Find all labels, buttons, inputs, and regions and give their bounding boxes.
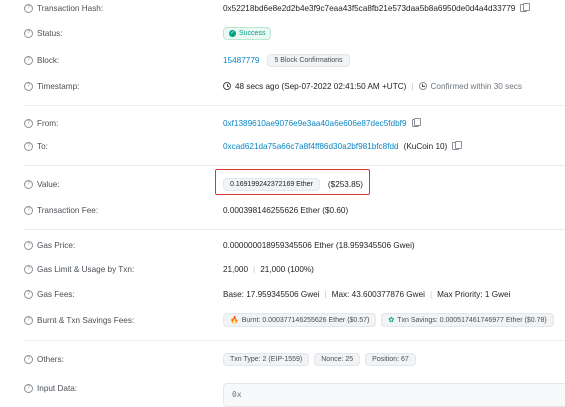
input-data-label: ? Input Data:	[24, 381, 77, 395]
fire-icon: 🔥	[230, 317, 239, 324]
status-value: ✓ Success	[223, 26, 272, 40]
nonce-badge: Nonce: 25	[314, 352, 361, 366]
divider: |	[324, 289, 327, 299]
clock-icon	[418, 82, 427, 90]
question-circle-icon[interactable]: ?	[24, 240, 33, 250]
question-circle-icon[interactable]: ?	[24, 81, 33, 91]
question-circle-icon[interactable]: ?	[24, 264, 33, 274]
row-block: ? Block: 15487779 5 Block Confirmations	[0, 53, 565, 67]
leaf-icon: ✿	[388, 317, 395, 324]
clock-icon	[223, 82, 231, 90]
gas-fees-max-priority: Max Priority: 1 Gwei	[437, 289, 511, 299]
timestamp-value: 48 secs ago (Sep-07-2022 02:41:50 AM +UT…	[223, 79, 522, 93]
gas-fees-base: Base: 17.959345506 Gwei	[223, 289, 320, 299]
from-address-link[interactable]: 0xf1389610ae9076e9e3aa40a6e606e87dec5fdb…	[223, 119, 407, 128]
transaction-hash-value: 0x52218bd6e8e2d2b4e3f9c7eaa43f5ca8fb21e5…	[223, 1, 530, 15]
row-transaction-fee: ? Transaction Fee: 0.000398146255626 Ethe…	[0, 203, 565, 217]
section-divider	[24, 229, 565, 230]
question-circle-icon[interactable]: ?	[24, 354, 33, 364]
others-value: Txn Type: 2 (EIP-1559) Nonce: 25 Positio…	[223, 352, 416, 366]
row-transaction-hash: ? Transaction Hash: 0x52218bd6e8e2d2b4e3f…	[0, 1, 565, 15]
status-badge: ✓ Success	[223, 26, 272, 40]
to-address-link[interactable]: 0xcad621da75a66c7a8f4ff86d30a2bf981bfc8f…	[223, 142, 399, 151]
question-circle-icon[interactable]: ?	[24, 141, 33, 151]
gas-fees-label: ? Gas Fees:	[24, 287, 75, 301]
gas-price-value: 0.000000018959345506 Ether (18.959345506…	[223, 240, 415, 250]
question-circle-icon[interactable]: ?	[24, 28, 33, 38]
section-divider	[24, 165, 565, 166]
burnt-savings-label: ? Burnt & Txn Savings Fees:	[24, 313, 134, 327]
question-circle-icon[interactable]: ?	[24, 179, 33, 189]
txn-type-badge: Txn Type: 2 (EIP-1559)	[223, 352, 310, 366]
block-number-link[interactable]: 15487779	[223, 56, 259, 65]
question-circle-icon[interactable]: ?	[24, 3, 33, 13]
row-value: ? Value: 0.169199242372169 Ether ($253.85)	[0, 177, 565, 191]
copy-icon[interactable]	[411, 117, 421, 127]
row-gas-price: ? Gas Price: 0.000000018959345506 Ether (…	[0, 238, 565, 252]
to-label: ? To:	[24, 139, 48, 153]
question-circle-icon[interactable]: ?	[24, 205, 33, 215]
section-divider	[24, 340, 565, 341]
check-circle-icon: ✓	[229, 29, 236, 37]
divider: |	[411, 81, 414, 91]
value-value: 0.169199242372169 Ether ($253.85)	[223, 177, 363, 191]
transaction-fee-label: ? Transaction Fee:	[24, 203, 98, 217]
copy-icon[interactable]	[452, 140, 462, 150]
confirmed-within-text: Confirmed within 30 secs	[430, 81, 522, 91]
divider: |	[253, 264, 256, 274]
status-label: ? Status:	[24, 26, 63, 40]
transaction-hash-text: 0x52218bd6e8e2d2b4e3f9c7eaa43f5ca8fb21e5…	[223, 3, 516, 13]
block-confirmations-badge: 5 Block Confirmations	[267, 53, 350, 67]
from-label: ? From:	[24, 116, 58, 130]
from-value: 0xf1389610ae9076e9e3aa40a6e606e87dec5fdb…	[223, 116, 421, 130]
others-label: ? Others:	[24, 352, 64, 366]
value-label: ? Value:	[24, 177, 60, 191]
row-status: ? Status: ✓ Success	[0, 26, 565, 40]
question-circle-icon[interactable]: ?	[24, 383, 33, 393]
transaction-fee-value: 0.000398146255626 Ether ($0.60)	[223, 205, 349, 215]
row-gas-limit: ? Gas Limit & Usage by Txn: 21,000 | 21,000…	[0, 262, 565, 276]
gas-limit-text: 21,000	[223, 264, 249, 274]
row-from: ? From: 0xf1389610ae9076e9e3aa40a6e606e87…	[0, 116, 565, 130]
txn-savings-badge: ✿ Txn Savings: 0.000517461746977 Ether ($…	[381, 313, 554, 327]
gas-fees-max: Max: 43.600377876 Gwei	[331, 289, 425, 299]
row-burnt-savings: ? Burnt & Txn Savings Fees: 🔥 Burnt: 0.000…	[0, 313, 565, 327]
row-others: ? Others: Txn Type: 2 (EIP-1559) Nonce: 2…	[0, 352, 565, 366]
question-circle-icon[interactable]: ?	[24, 315, 33, 325]
gas-limit-label: ? Gas Limit & Usage by Txn:	[24, 262, 134, 276]
to-address-name: (KuCoin 10)	[403, 141, 448, 151]
value-amount-badge: 0.169199242372169 Ether	[223, 177, 320, 191]
input-data-field[interactable]: 0x	[223, 383, 565, 407]
copy-icon[interactable]	[520, 2, 530, 12]
row-to: ? To: 0xcad621da75a66c7a8f4ff86d30a2bf981…	[0, 139, 565, 153]
burnt-savings-value: 🔥 Burnt: 0.000377146255626 Ether ($0.57) …	[223, 313, 554, 327]
section-divider	[24, 105, 565, 106]
gas-price-label: ? Gas Price:	[24, 238, 75, 252]
divider: |	[429, 289, 433, 299]
value-usd: ($253.85)	[327, 179, 363, 189]
burnt-fee-badge: 🔥 Burnt: 0.000377146255626 Ether ($0.57)	[223, 313, 377, 327]
position-badge: Position: 67	[365, 352, 416, 366]
block-label: ? Block:	[24, 53, 59, 67]
transaction-hash-label: ? Transaction Hash:	[24, 1, 103, 15]
to-value: 0xcad621da75a66c7a8f4ff86d30a2bf981bfc8f…	[223, 139, 462, 153]
gas-limit-value: 21,000 | 21,000 (100%)	[223, 262, 314, 276]
row-timestamp: ? Timestamp: 48 secs ago (Sep-07-2022 02:…	[0, 79, 565, 93]
gas-usage-text: 21,000 (100%)	[260, 264, 314, 274]
question-circle-icon[interactable]: ?	[24, 118, 33, 128]
row-gas-fees: ? Gas Fees: Base: 17.959345506 Gwei | Max: …	[0, 287, 565, 301]
block-value: 15487779 5 Block Confirmations	[223, 53, 350, 67]
timestamp-label: ? Timestamp:	[24, 79, 79, 93]
question-circle-icon[interactable]: ?	[24, 289, 33, 299]
gas-fees-value: Base: 17.959345506 Gwei | Max: 43.60037787…	[223, 287, 510, 301]
question-circle-icon[interactable]: ?	[24, 55, 33, 65]
